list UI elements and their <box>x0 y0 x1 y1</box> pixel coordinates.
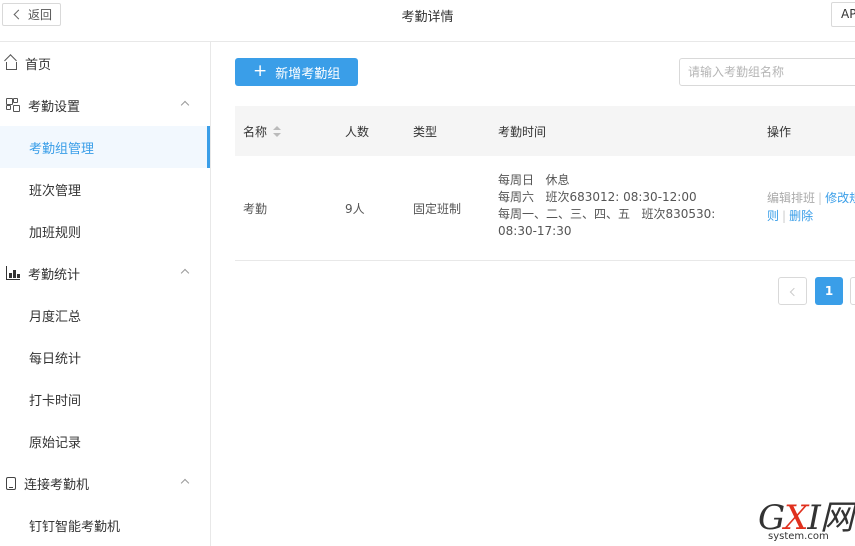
sidebar: 首页 考勤设置 考勤组管理 班次管理 加班规则 考勤统计 月度汇总 每日统计 打… <box>0 42 211 546</box>
page-title: 考勤详情 <box>401 10 454 25</box>
sidebar-item-label: 每日统计 <box>29 351 82 367</box>
table-row: 考勤 9人 固定班制 每周日 休息 每周六 班次683012: 08:30-12… <box>235 156 855 261</box>
add-attendance-group-button[interactable]: + 新增考勤组 <box>235 58 358 86</box>
table-header: 名称 人数 类型 考勤时间 操作 <box>235 106 855 156</box>
sidebar-item-label: 月度汇总 <box>29 309 82 325</box>
sidebar-item-label: 原始记录 <box>29 435 82 451</box>
column-header-name[interactable]: 名称 <box>243 123 282 140</box>
search-input[interactable] <box>679 58 855 86</box>
attendance-group-table: 名称 人数 类型 考勤时间 操作 考勤 9人 固定班制 每周日 休息 每周六 班… <box>235 106 855 261</box>
sidebar-item-label: 打卡时间 <box>29 393 82 409</box>
top-bar: 返回 考勤详情 AP <box>0 0 855 42</box>
edit-schedule-link[interactable]: 编辑排班 <box>767 191 815 205</box>
watermark-logo: GXI网 system.com <box>758 500 854 544</box>
chevron-up-icon <box>180 268 190 278</box>
cell-type: 固定班制 <box>413 202 462 216</box>
add-button-label: 新增考勤组 <box>275 66 341 82</box>
chevron-up-icon <box>180 478 190 488</box>
pagination-prev-button[interactable] <box>778 277 807 305</box>
sidebar-item-attendance-group[interactable]: 考勤组管理 <box>0 126 210 168</box>
sidebar-item-label: 班次管理 <box>29 183 82 199</box>
top-right-button[interactable]: AP <box>831 2 855 27</box>
sidebar-group-attendance-stats[interactable]: 考勤统计 <box>0 252 210 294</box>
sidebar-item-monthly-summary[interactable]: 月度汇总 <box>0 294 210 336</box>
sidebar-item-home[interactable]: 首页 <box>0 42 210 84</box>
sidebar-item-shift-management[interactable]: 班次管理 <box>0 168 210 210</box>
column-header-label: 名称 <box>243 125 268 139</box>
sidebar-item-label: 首页 <box>25 57 52 73</box>
sidebar-group-connect-device[interactable]: 连接考勤机 <box>0 462 210 504</box>
cell-ops: 编辑排班|修改规则|删除 <box>767 189 855 225</box>
pagination-page-current[interactable]: 1 <box>815 277 843 305</box>
sidebar-item-dingtalk-device[interactable]: 钉钉智能考勤机 <box>0 504 210 546</box>
sidebar-item-punch-time[interactable]: 打卡时间 <box>0 378 210 420</box>
time-line: 每周一、二、三、四、五 班次830530: 08:30-17:30 <box>498 207 720 238</box>
cell-count: 9人 <box>345 202 365 216</box>
column-header-type: 类型 <box>413 125 438 139</box>
home-icon <box>6 61 17 70</box>
sidebar-item-label: 考勤设置 <box>28 99 81 115</box>
time-line: 每周日 休息 <box>498 173 570 187</box>
bar-chart-icon <box>6 266 20 280</box>
cell-time: 每周日 休息 每周六 班次683012: 08:30-12:00 每周一、二、三… <box>498 172 750 240</box>
divider: | <box>782 209 787 223</box>
cell-name: 考勤 <box>243 202 268 216</box>
sidebar-item-label: 加班规则 <box>29 225 82 241</box>
grid-icon <box>6 98 20 112</box>
device-icon <box>6 476 16 490</box>
main-content: + 新增考勤组 名称 人数 类型 考勤时间 操作 考勤 9人 固定班制 每周日 … <box>211 42 855 546</box>
sidebar-item-raw-records[interactable]: 原始记录 <box>0 420 210 462</box>
sidebar-item-overtime-rules[interactable]: 加班规则 <box>0 210 210 252</box>
sidebar-item-label: 连接考勤机 <box>24 477 90 493</box>
sort-icon[interactable] <box>273 126 282 138</box>
delete-link[interactable]: 删除 <box>789 209 813 223</box>
sidebar-item-label: 考勤统计 <box>28 267 81 283</box>
pagination-next-button[interactable] <box>850 277 855 305</box>
column-header-ops: 操作 <box>767 125 792 139</box>
watermark-domain: system.com <box>768 531 829 542</box>
sidebar-item-daily-stats[interactable]: 每日统计 <box>0 336 210 378</box>
sidebar-item-label: 考勤组管理 <box>29 141 95 157</box>
time-line: 每周六 班次683012: 08:30-12:00 <box>498 190 697 204</box>
chevron-up-icon <box>180 100 190 110</box>
column-header-time: 考勤时间 <box>498 125 547 139</box>
column-header-count: 人数 <box>345 125 370 139</box>
plus-icon: + <box>253 60 268 81</box>
sidebar-group-attendance-settings[interactable]: 考勤设置 <box>0 84 210 126</box>
divider: | <box>818 191 823 205</box>
sidebar-item-label: 钉钉智能考勤机 <box>29 519 121 535</box>
